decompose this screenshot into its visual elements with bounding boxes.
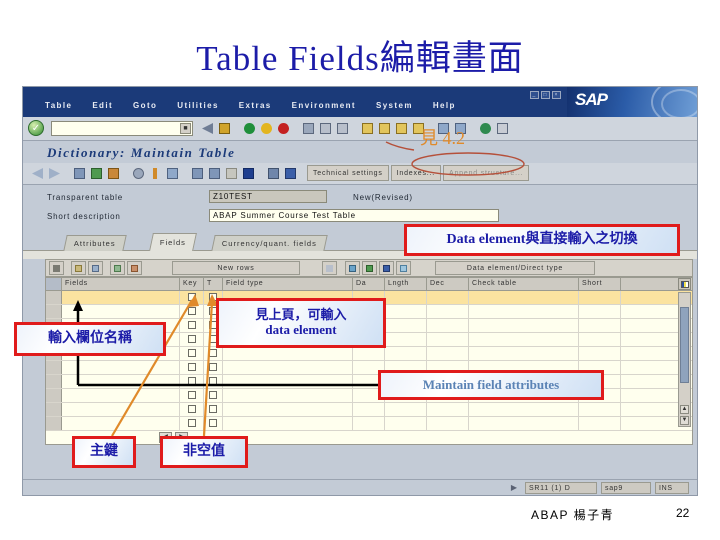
annotation-see-prev-line2: data element xyxy=(265,322,337,337)
connector-field-name-arrowhead xyxy=(73,300,83,311)
connector-primary-key-arrowhead xyxy=(188,294,199,307)
annotation-maintain-field-attributes: Maintain field attributes xyxy=(378,370,604,400)
highlight-ellipse-technical-settings xyxy=(411,152,525,176)
annotation-see-prev-line1: 見上頁，可輸入 xyxy=(255,307,347,323)
annotation-field-name-input: 輸入欄位名稱 xyxy=(14,322,166,356)
annotation-data-element-switch: Data element與直接輸入之切換 xyxy=(404,224,680,256)
annotation-not-null: 非空值 xyxy=(160,436,248,468)
connector-not-null-line xyxy=(202,301,214,437)
annotation-primary-key: 主鍵 xyxy=(72,436,136,468)
connector-see42-line xyxy=(385,141,415,151)
annotation-see-previous-page: 見上頁，可輸入 data element xyxy=(216,298,386,348)
annotation-see-4-2: 見 4.2 xyxy=(420,128,465,148)
connector-primary-key-line xyxy=(111,299,193,437)
